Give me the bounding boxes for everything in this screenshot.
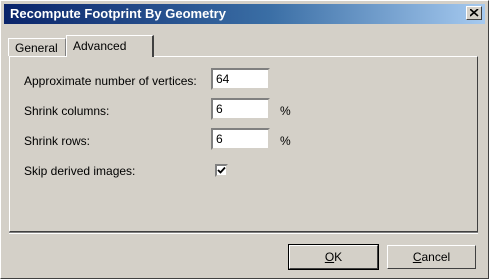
checkmark-icon: [217, 166, 226, 174]
shrink-rows-input[interactable]: [213, 130, 268, 148]
close-icon: [470, 9, 479, 17]
button-separator: [9, 232, 478, 234]
vertices-field[interactable]: [211, 68, 270, 90]
ok-label-rest: K: [334, 250, 343, 264]
shrink-columns-unit: %: [280, 104, 291, 118]
ok-mnemonic: O: [324, 250, 335, 264]
shrink-rows-field[interactable]: [211, 128, 270, 150]
tab-advanced[interactable]: Advanced: [66, 35, 154, 57]
skip-derived-checkbox[interactable]: [215, 164, 228, 177]
skip-derived-label: Skip derived images:: [24, 164, 136, 178]
cancel-label-rest: ancel: [421, 250, 451, 264]
window-title: Recompute Footprint By Geometry: [10, 6, 226, 21]
vertices-input[interactable]: [213, 70, 268, 88]
shrink-rows-unit: %: [280, 134, 291, 148]
tab-general[interactable]: General: [8, 38, 66, 56]
close-button[interactable]: [466, 6, 482, 20]
vertices-label: Approximate number of vertices:: [24, 74, 197, 88]
shrink-columns-label: Shrink columns:: [24, 104, 110, 118]
shrink-rows-label: Shrink rows:: [24, 134, 91, 148]
shrink-columns-input[interactable]: [213, 100, 268, 118]
cancel-button[interactable]: Cancel: [387, 245, 476, 269]
title-bar[interactable]: Recompute Footprint By Geometry: [4, 4, 485, 24]
ok-button[interactable]: OK: [288, 244, 379, 270]
shrink-columns-field[interactable]: [211, 98, 270, 120]
